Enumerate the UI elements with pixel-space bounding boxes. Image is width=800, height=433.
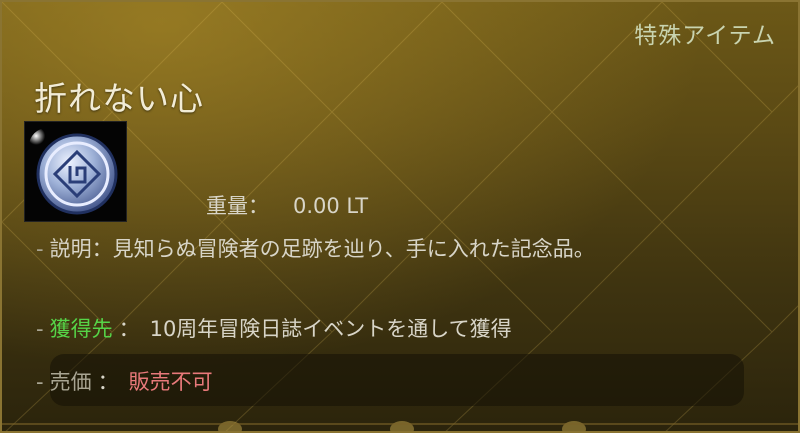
item-description: - 説明：見知らぬ冒険者の足跡を辿り、手に入れた記念品。 xyxy=(36,233,595,263)
item-weight: 重量： 0.00 LT xyxy=(206,190,368,220)
source-dash: - xyxy=(36,317,44,341)
item-category: 特殊アイテム xyxy=(634,23,776,49)
price-dash: - xyxy=(36,370,44,394)
item-price: - 売価： 販売不可 xyxy=(36,366,213,396)
description-text: 見知らぬ冒険者の足跡を辿り、手に入れた記念品。 xyxy=(112,237,595,261)
coin-emblem-icon xyxy=(29,128,118,215)
item-source: - 獲得先： 10周年冒険日誌イベントを通して獲得 xyxy=(36,313,512,343)
description-label: 説明： xyxy=(49,237,113,261)
item-icon-frame xyxy=(24,121,127,222)
bottom-ornament xyxy=(2,421,798,431)
item-title: 折れない心 xyxy=(34,79,204,118)
item-tooltip: 特殊アイテム 折れない心 重量： 0.00 LT - 説明：見知らぬ冒険者の足跡… xyxy=(0,0,800,433)
weight-label: 重量： xyxy=(206,194,269,218)
weight-value: 0.00 LT xyxy=(293,194,369,218)
price-separator: ： xyxy=(97,370,119,394)
source-text: 10周年冒険日誌イベントを通して獲得 xyxy=(149,317,512,341)
description-dash: - xyxy=(36,237,44,261)
source-label: 獲得先 xyxy=(49,317,113,341)
price-label: 売価 xyxy=(49,370,92,394)
source-separator: ： xyxy=(118,317,140,341)
price-value: 販売不可 xyxy=(128,370,213,394)
